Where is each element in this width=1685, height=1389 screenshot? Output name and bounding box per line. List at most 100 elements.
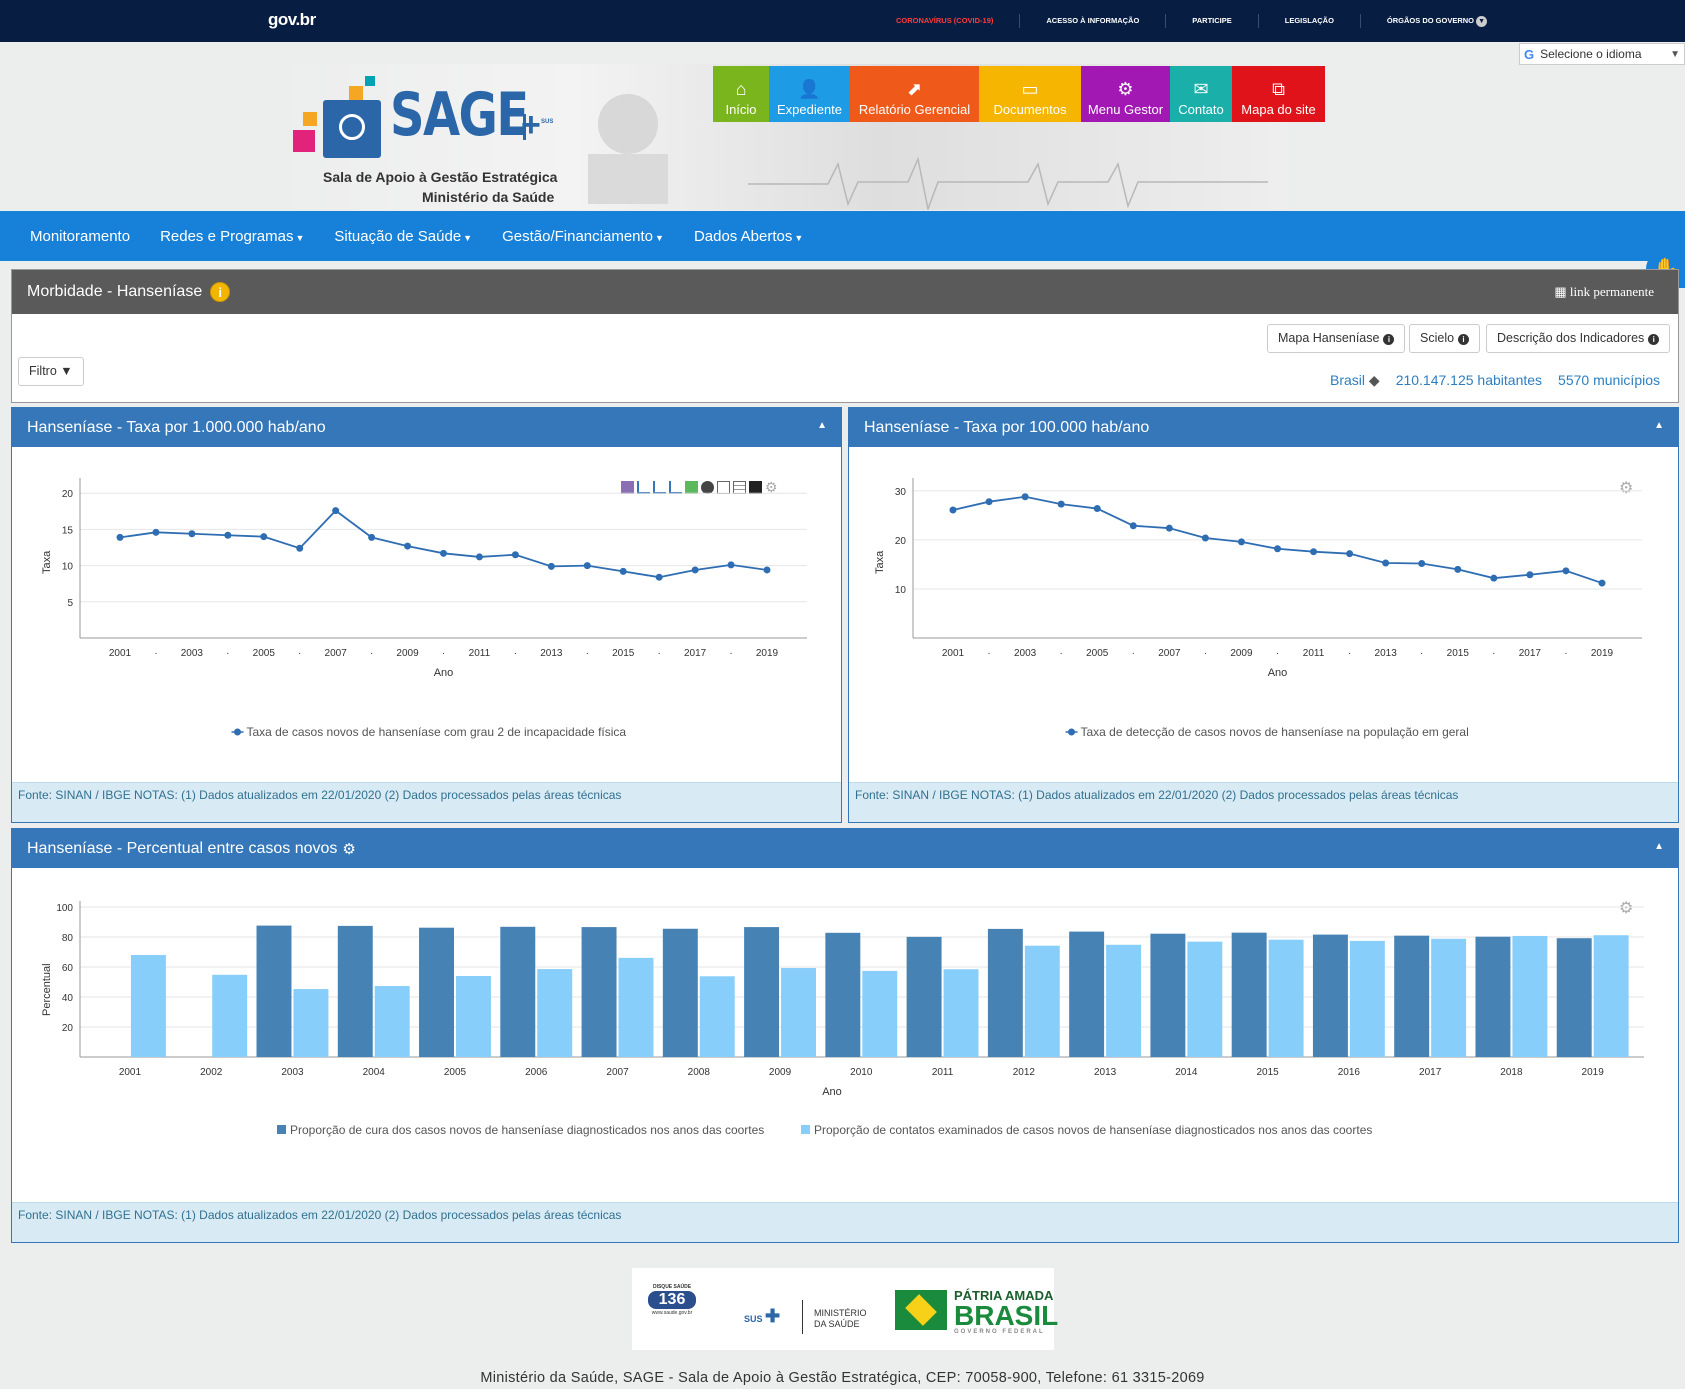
y-tick-label: 40	[62, 993, 74, 1004]
sus-badge: SUS	[541, 119, 554, 125]
y-tick-label: 20	[895, 536, 907, 547]
gov-link-acesso[interactable]: ACESSO À INFORMAÇÃO	[1020, 14, 1167, 28]
info-icon[interactable]: i	[210, 282, 231, 302]
nav-redes-programas[interactable]: Redes e Programas ▼	[145, 228, 319, 245]
panel-header: Hanseníase - Taxa por 1.000.000 hab/ano …	[12, 408, 841, 447]
caret-down-icon: ▼	[655, 232, 664, 243]
mapa-hanseniase-button[interactable]: Mapa Hanseníase i	[1267, 324, 1406, 353]
bar	[500, 926, 536, 1057]
sage-logo-text: SAGE	[390, 80, 529, 150]
x-axis-label: Ano	[1268, 667, 1288, 679]
dropdown-arrow-icon: ▼	[1670, 48, 1680, 60]
bar	[1150, 933, 1186, 1057]
user-icon: 👤	[798, 79, 821, 99]
nav-gestao-financiamento[interactable]: Gestão/Financiamento ▼	[487, 228, 679, 245]
data-point	[547, 562, 555, 570]
bar-chart-percentual: 20 40 60 80 100 2001 2002 2003 2004 2005 2006 2007 2…	[41, 901, 1644, 1137]
data-point	[296, 544, 304, 552]
bar	[1394, 935, 1430, 1057]
legend-marker	[234, 728, 241, 736]
bar	[662, 928, 698, 1057]
x-tick-label: ·	[1132, 648, 1135, 659]
data-point	[1490, 574, 1498, 582]
bar	[987, 928, 1023, 1057]
x-tick-label: 2008	[688, 1067, 711, 1078]
gov-link-covid[interactable]: CORONAVÍRUS (COVID-19)	[870, 14, 1021, 28]
x-tick-label: 2007	[606, 1067, 629, 1078]
bar	[1268, 939, 1304, 1057]
x-tick-label: ·	[729, 648, 732, 659]
gov-link-participe[interactable]: PARTICIPE	[1166, 14, 1259, 28]
bar	[537, 969, 573, 1057]
place-link[interactable]: Brasil ◆	[1330, 372, 1380, 389]
data-point	[763, 566, 771, 574]
section-title: Morbidade - Hanseníase	[27, 283, 203, 300]
x-tick-label: ·	[298, 648, 301, 659]
permalink[interactable]: ▦ link permanente	[1554, 284, 1654, 300]
data-point	[1165, 524, 1173, 532]
data-point	[152, 528, 160, 536]
data-point	[116, 533, 124, 541]
descricao-indicadores-button[interactable]: Descrição dos Indicadores i	[1486, 324, 1671, 353]
caret-down-icon: ▼	[295, 232, 305, 243]
bar	[943, 969, 979, 1057]
gears-icon: ⚙	[1117, 79, 1134, 99]
legend-marker	[1068, 728, 1075, 736]
collapse-icon[interactable]: ▲	[1654, 841, 1664, 852]
line-chart-taxa-cem-mil: 10 20 30 2001 · 2003 · 2005 · 2007 · 2009 · 2011 · 2013…	[874, 478, 1642, 739]
x-tick-label: 2009	[769, 1067, 792, 1078]
settings-gear-icon[interactable]: ⚙	[342, 840, 355, 858]
tile-inicio[interactable]: ⌂ Início	[713, 66, 769, 122]
footer-logos: DISQUE SAÚDE 136 www.saude.gov.br SUS ✚ …	[632, 1268, 1058, 1350]
data-point	[1237, 538, 1245, 546]
collapse-icon[interactable]: ▲	[1654, 420, 1664, 431]
x-tick-label: ·	[1059, 648, 1062, 659]
x-tick-label: 2009	[1230, 648, 1253, 659]
gov-link-orgaos[interactable]: ÓRGÃOS DO GOVERNO ▼	[1361, 14, 1513, 28]
bar	[581, 927, 617, 1057]
legend-label: Proporção de contatos examinados de caso…	[814, 1123, 1372, 1137]
collapse-icon[interactable]: ▲	[817, 420, 827, 431]
filter-button[interactable]: Filtro ▼	[18, 357, 84, 386]
gov-link-legislacao[interactable]: LEGISLAÇÃO	[1259, 14, 1361, 28]
x-tick-label: 2010	[850, 1067, 873, 1078]
chevron-down-icon: ▼	[1476, 16, 1488, 27]
tile-label: Relatório Gerencial	[858, 102, 971, 117]
tile-expediente[interactable]: 👤 Expediente	[769, 66, 850, 122]
bar	[337, 925, 373, 1057]
logo-ministry: Ministério da Saúde	[422, 189, 555, 205]
tile-mapa-site[interactable]: ⧉ Mapa do site	[1232, 66, 1325, 122]
gov-bar: gov.br CORONAVÍRUS (COVID-19) ACESSO À I…	[0, 0, 1685, 42]
nav-monitoramento[interactable]: Monitoramento	[15, 228, 145, 245]
nav-dados-abertos[interactable]: Dados Abertos ▼	[679, 228, 818, 245]
scielo-button[interactable]: Scielo i	[1409, 324, 1481, 353]
x-tick-label: 2013	[540, 648, 563, 659]
y-axis-label: Taxa	[874, 550, 886, 574]
municipalities: 5570 municípios	[1558, 372, 1660, 388]
panel-header: Hanseníase - Percentual entre casos novo…	[12, 829, 1678, 868]
tile-relatorio[interactable]: ⬈ Relatório Gerencial	[850, 66, 979, 122]
tile-label: Menu Gestor	[1087, 102, 1164, 117]
data-point	[368, 533, 376, 541]
x-tick-label: ·	[514, 648, 517, 659]
data-point	[332, 507, 340, 515]
y-tick-label: 80	[62, 933, 74, 944]
bar	[744, 927, 780, 1057]
section-header: Morbidade - Hanseníase i	[12, 270, 1678, 314]
tile-contato[interactable]: ✉ Contato	[1170, 66, 1232, 122]
tile-documentos[interactable]: ▭ Documentos	[979, 66, 1081, 122]
x-tick-label: 2001	[942, 648, 965, 659]
caret-down-icon: ▼	[794, 232, 804, 243]
tile-menu-gestor[interactable]: ⚙ Menu Gestor	[1081, 66, 1170, 122]
nav-situacao-saude[interactable]: Situação de Saúde ▼	[319, 228, 487, 245]
brasil-flag-icon	[895, 1290, 947, 1330]
language-selector[interactable]: G Selecione o idioma ▼	[1519, 43, 1685, 65]
tile-label: Início	[725, 102, 757, 117]
govbr-logo[interactable]: gov.br	[268, 10, 316, 30]
brazil-map-icon: ◆	[1368, 372, 1380, 388]
bar	[455, 976, 491, 1057]
bar	[256, 925, 292, 1057]
x-tick-label: 2012	[1013, 1067, 1036, 1078]
x-tick-label: 2009	[396, 648, 419, 659]
info-icon: i	[1648, 334, 1660, 345]
